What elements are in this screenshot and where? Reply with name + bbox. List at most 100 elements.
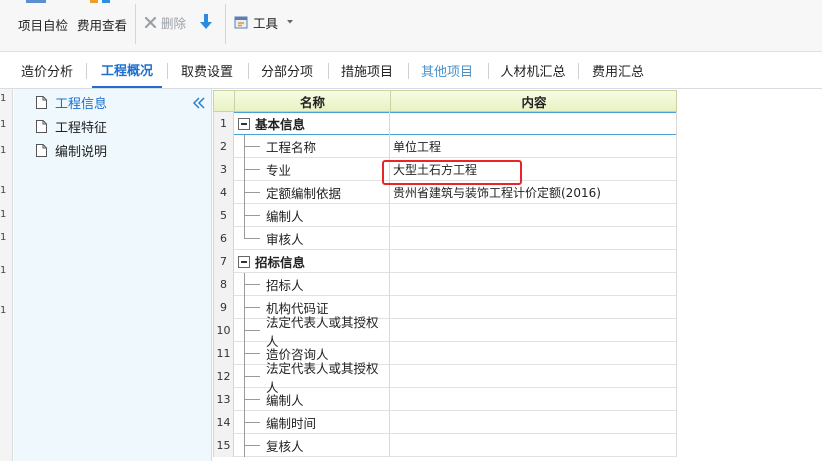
name-text: 招标信息 — [255, 255, 306, 270]
tab-divider — [248, 63, 249, 79]
table-row[interactable]: 2 工程名称 单位工程 — [213, 135, 677, 158]
value-cell[interactable] — [390, 227, 677, 250]
tree-connector — [238, 388, 260, 411]
toolbar: 项目自检 费用查看 删除 工具 — [0, 0, 822, 52]
header-content-cell[interactable]: 内容 — [391, 91, 677, 112]
tab-project-overview[interactable]: 工程概况 — [92, 52, 162, 88]
fee-view-button[interactable]: 费用查看 — [77, 2, 127, 46]
table-row[interactable]: 15 复核人 — [213, 434, 677, 457]
name-text: 编制人 — [266, 393, 304, 408]
name-text: 审核人 — [266, 232, 304, 247]
value-cell[interactable] — [390, 342, 677, 365]
value-cell[interactable] — [390, 388, 677, 411]
table-row-group[interactable]: 1 基本信息 — [213, 112, 677, 135]
collapse-panel-icon[interactable] — [192, 96, 206, 110]
name-cell[interactable]: 专业 — [234, 158, 390, 181]
row-number: 4 — [213, 181, 234, 204]
tree-connector — [238, 227, 260, 250]
value-cell[interactable] — [390, 434, 677, 457]
tab-fee-summary[interactable]: 费用汇总 — [583, 52, 653, 88]
tab-other-items[interactable]: 其他项目 — [412, 52, 482, 88]
name-cell[interactable]: 编制人 — [234, 204, 390, 227]
name-cell[interactable]: 编制时间 — [234, 411, 390, 434]
tools-dropdown-button[interactable]: 工具 — [234, 0, 294, 44]
name-cell[interactable]: 法定代表人或其授权人 — [234, 361, 390, 395]
tools-icon — [234, 16, 248, 28]
tab-divider — [578, 63, 579, 79]
value-cell[interactable] — [390, 204, 677, 227]
value-cell[interactable] — [390, 365, 677, 388]
tree-item-compilation-notes[interactable]: 编制说明 — [36, 140, 107, 160]
tab-divisional-items[interactable]: 分部分项 — [252, 52, 322, 88]
value-cell[interactable]: 大型土石方工程 — [390, 158, 677, 181]
tree-item-project-features[interactable]: 工程特征 — [36, 116, 107, 136]
tab-fee-settings[interactable]: 取费设置 — [172, 52, 242, 88]
value-cell[interactable] — [390, 296, 677, 319]
document-icon — [36, 95, 47, 109]
tree-item-project-info[interactable]: 工程信息 — [36, 92, 107, 112]
row-number: 1 — [213, 112, 234, 135]
value-cell[interactable] — [390, 112, 677, 135]
name-cell[interactable]: 法定代表人或其授权人 — [234, 315, 390, 349]
name-text: 编制人 — [266, 209, 304, 224]
table-row-group[interactable]: 7 招标信息 — [213, 250, 677, 273]
tree-connector — [238, 319, 260, 342]
row-number: 9 — [213, 296, 234, 319]
value-cell[interactable]: 贵州省建筑与装饰工程计价定额(2016) — [390, 181, 677, 204]
name-text: 复核人 — [266, 439, 304, 454]
row-number: 11 — [213, 342, 234, 365]
tab-labor-material-summary[interactable]: 人材机汇总 — [493, 52, 573, 88]
gutter-mark: 1 — [0, 209, 7, 220]
tree-connector — [238, 158, 260, 181]
delete-button[interactable]: 删除 — [144, 0, 186, 44]
gutter-mark: 1 — [0, 232, 7, 243]
project-check-label: 项目自检 — [18, 17, 69, 33]
name-cell[interactable]: 工程名称 — [234, 135, 390, 158]
table-row[interactable]: 14 编制时间 — [213, 411, 677, 434]
name-cell[interactable]: 基本信息 — [234, 112, 390, 135]
name-text: 专业 — [266, 163, 292, 178]
name-cell[interactable]: 复核人 — [234, 434, 390, 457]
collapse-minus-icon[interactable] — [238, 255, 250, 268]
table-row[interactable]: 12 法定代表人或其授权人 — [213, 361, 677, 395]
tab-divider — [328, 63, 329, 79]
name-cell[interactable]: 编制人 — [234, 388, 390, 411]
row-number: 12 — [213, 365, 234, 388]
row-number: 14 — [213, 411, 234, 434]
table-row[interactable]: 3 专业 大型土石方工程 — [213, 158, 677, 181]
collapse-minus-icon[interactable] — [238, 117, 250, 130]
toolbar-divider — [225, 4, 226, 44]
name-cell[interactable]: 招标人 — [234, 273, 390, 296]
value-cell[interactable] — [390, 411, 677, 434]
row-number: 2 — [213, 135, 234, 158]
name-cell[interactable]: 招标信息 — [234, 250, 390, 273]
tree-connector — [238, 204, 260, 227]
table-row[interactable]: 10 法定代表人或其授权人 — [213, 315, 677, 349]
table-row[interactable]: 8 招标人 — [213, 273, 677, 296]
name-cell[interactable]: 审核人 — [234, 227, 390, 250]
gutter-mark: 1 — [0, 305, 7, 316]
tree-connector — [238, 342, 260, 365]
value-cell[interactable] — [390, 319, 677, 342]
close-x-icon — [144, 16, 157, 28]
table-row[interactable]: 4 定额编制依据 贵州省建筑与装饰工程计价定额(2016) — [213, 181, 677, 204]
tree-connector — [238, 296, 260, 319]
value-cell[interactable]: 单位工程 — [390, 135, 677, 158]
table-row[interactable]: 13 编制人 — [213, 388, 677, 411]
gutter-mark: 1 — [0, 265, 7, 276]
tools-label: 工具 — [253, 15, 279, 31]
header-name-cell[interactable]: 名称 — [235, 91, 391, 112]
left-gutter: 1 1 1 1 1 1 1 1 — [0, 89, 13, 461]
tab-measure-items[interactable]: 措施项目 — [332, 52, 402, 88]
value-cell[interactable] — [390, 250, 677, 273]
tab-cost-analysis[interactable]: 造价分析 — [12, 52, 82, 88]
row-number: 10 — [213, 319, 234, 342]
move-down-button[interactable] — [199, 0, 213, 44]
table-row[interactable]: 6 审核人 — [213, 227, 677, 250]
value-cell[interactable] — [390, 273, 677, 296]
project-check-button[interactable]: 项目自检 — [18, 2, 68, 46]
tab-divider — [167, 63, 168, 79]
toolbar-divider — [135, 4, 136, 44]
name-cell[interactable]: 定额编制依据 — [234, 181, 390, 204]
table-row[interactable]: 5 编制人 — [213, 204, 677, 227]
